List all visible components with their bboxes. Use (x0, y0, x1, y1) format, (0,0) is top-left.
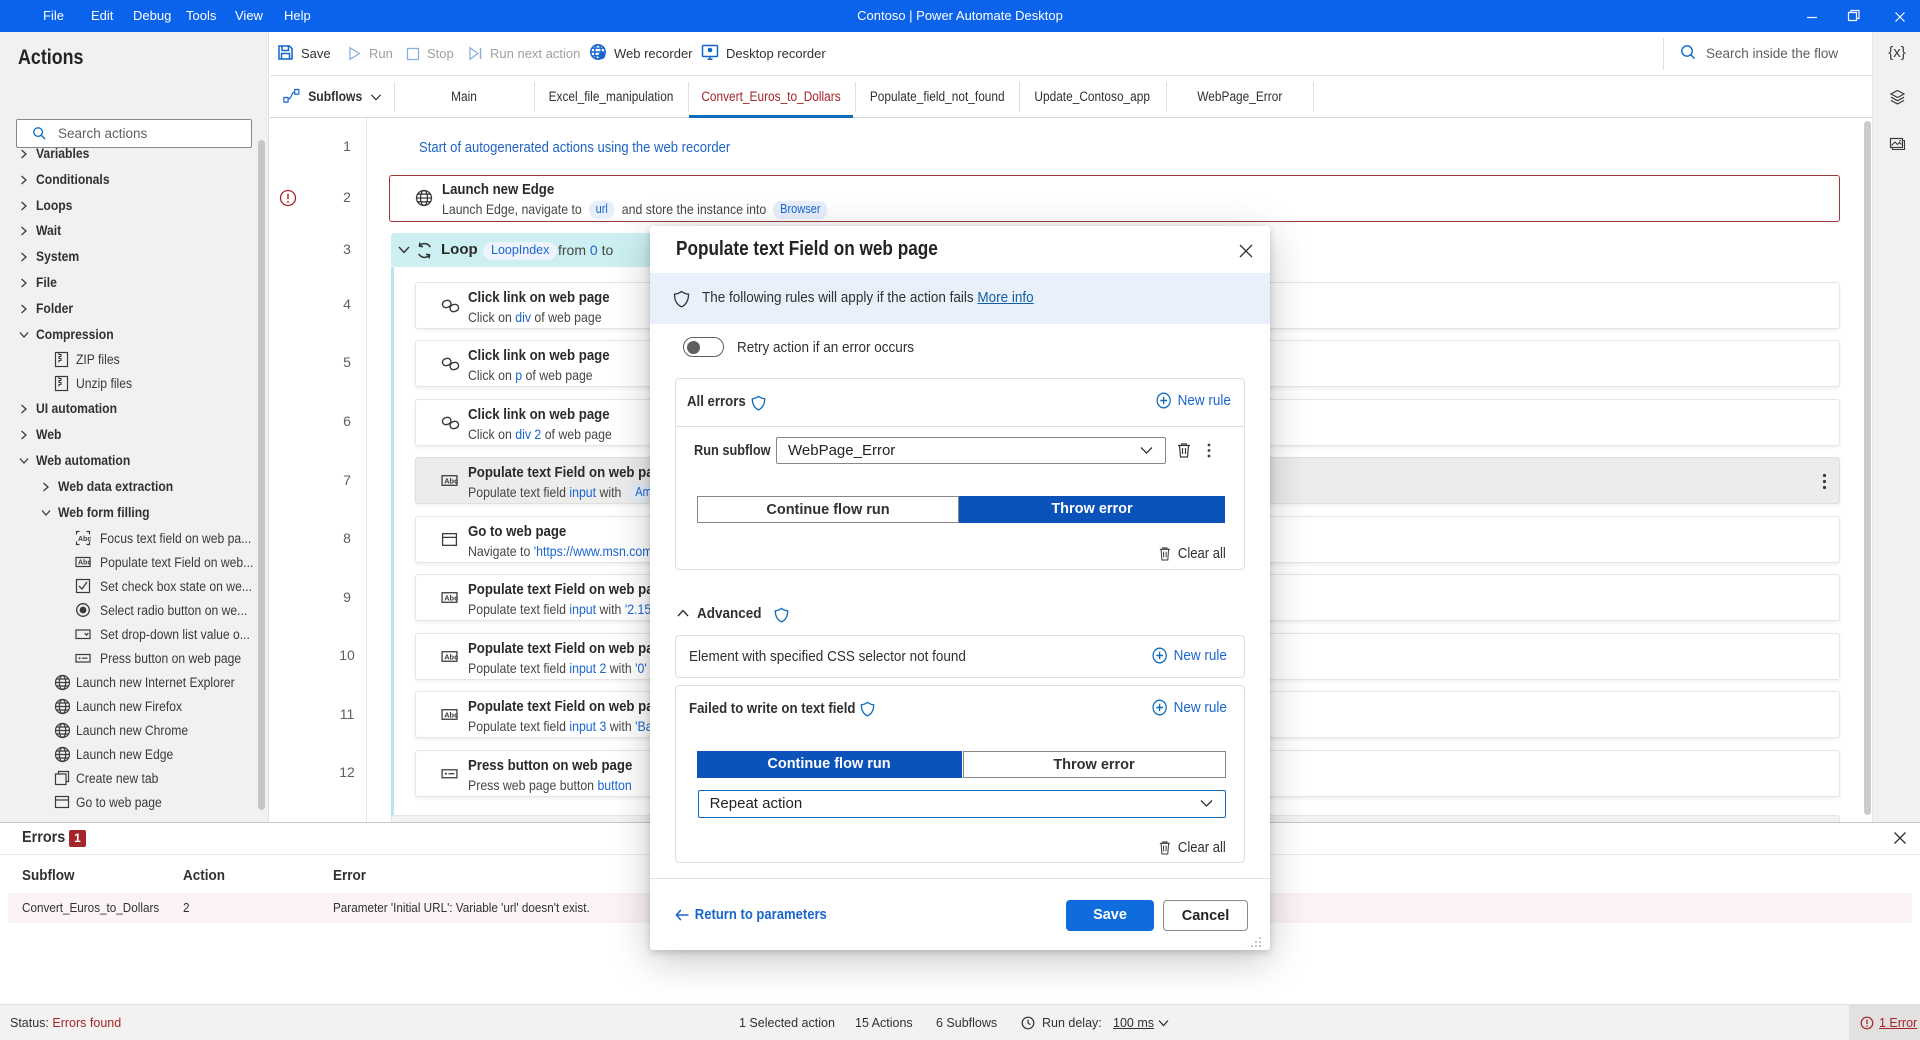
svg-text:Abc: Abc (78, 536, 91, 543)
svg-text:Abc: Abc (444, 593, 458, 602)
svg-text:Abc: Abc (444, 652, 458, 661)
svg-text:Abc: Abc (444, 710, 458, 719)
svg-text:Abc: Abc (444, 476, 458, 485)
svg-text:Abc: Abc (78, 559, 91, 566)
